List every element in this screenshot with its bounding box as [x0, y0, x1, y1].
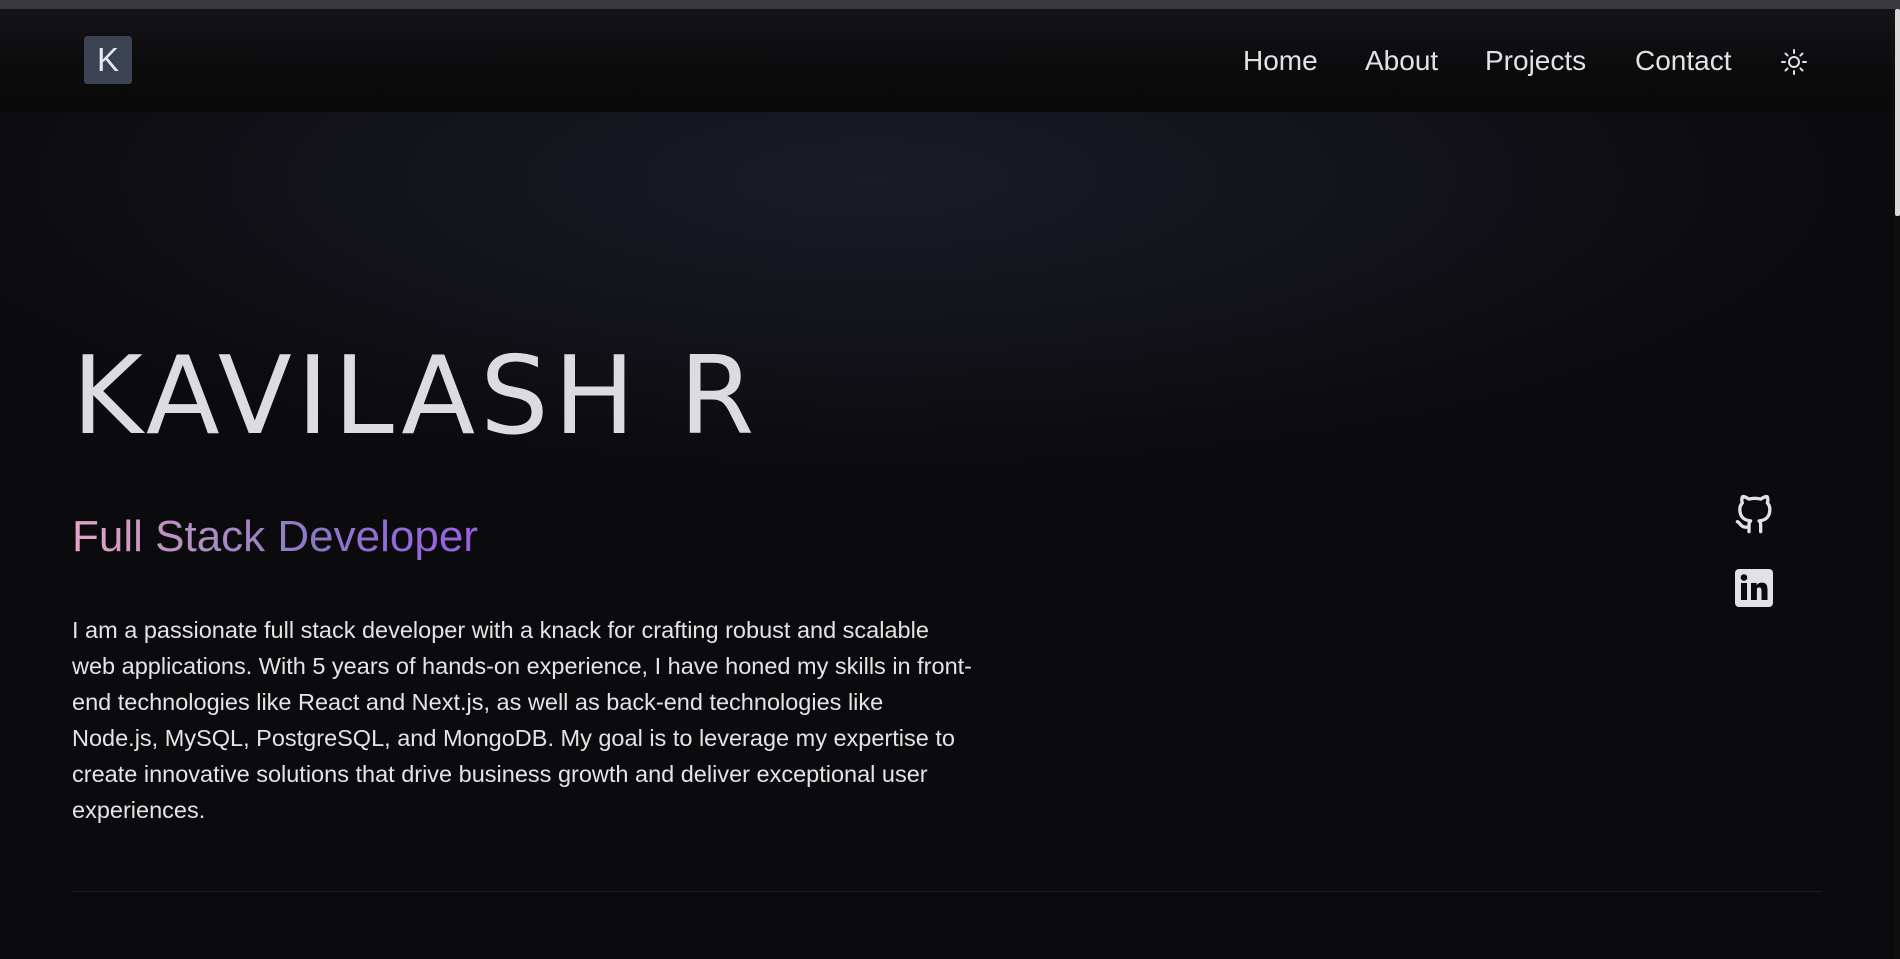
github-link[interactable]	[1734, 493, 1774, 534]
hero-role: Full Stack Developer	[72, 507, 478, 567]
linkedin-icon	[1735, 569, 1773, 607]
browser-top-strip	[0, 0, 1900, 9]
nav-projects[interactable]: Projects	[1485, 43, 1586, 79]
nav-home[interactable]: Home	[1243, 43, 1318, 79]
linkedin-link[interactable]	[1734, 568, 1774, 608]
github-icon	[1735, 494, 1772, 534]
page: K Home About Projects Contact KAVILASH R…	[0, 9, 1895, 959]
theme-toggle-button[interactable]	[1779, 47, 1809, 77]
site-header: K Home About Projects Contact	[0, 9, 1895, 112]
hero-bio: I am a passionate full stack developer w…	[72, 617, 972, 823]
nav-contact[interactable]: Contact	[1635, 43, 1732, 79]
scrollbar-thumb[interactable]	[1895, 9, 1900, 216]
logo[interactable]: K	[84, 36, 132, 84]
section-divider	[72, 891, 1822, 892]
hero-name: KAVILASH R	[72, 334, 760, 459]
nav-about[interactable]: About	[1365, 43, 1438, 79]
sun-icon	[1781, 49, 1807, 75]
